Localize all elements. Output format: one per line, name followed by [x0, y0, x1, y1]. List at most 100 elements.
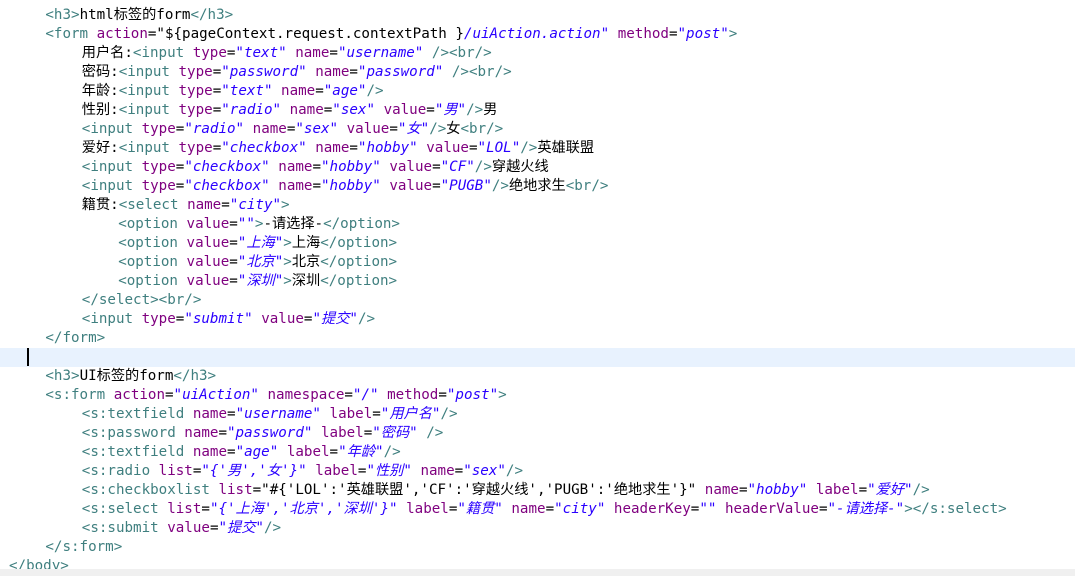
code-token-txt: =	[218, 425, 228, 441]
code-line[interactable]: <form action="${pageContext.request.cont…	[0, 25, 1075, 44]
code-line[interactable]: <input type="radio" name="sex" value="女"…	[0, 120, 1075, 139]
code-token-tag: />	[383, 444, 401, 460]
code-token-attr: value	[186, 254, 230, 270]
code-token-attr: list	[218, 482, 253, 498]
code-line[interactable]: 用户名:<input type="text" name="username" /…	[0, 44, 1075, 63]
code-token-txt: =	[229, 216, 238, 232]
code-line[interactable]: </s:form>	[0, 538, 1075, 557]
code-token-txt: =	[212, 64, 222, 80]
code-token-attr: label	[815, 482, 859, 498]
code-line[interactable]: 性别:<input type="radio" name="sex" value=…	[0, 101, 1075, 120]
code-token-attr: name	[295, 45, 330, 61]
code-line[interactable]: <option value="">-请选择-</option>	[0, 215, 1075, 234]
code-token-txt: =	[227, 444, 236, 460]
code-line[interactable]: <option value="上海">上海</option>	[0, 234, 1075, 253]
code-token-attr: type	[141, 121, 176, 137]
code-token-attr: namespace	[267, 387, 345, 403]
code-token-tag: />	[429, 121, 447, 137]
code-token-val: "password"	[357, 64, 444, 80]
code-token-val: "年龄"	[338, 444, 384, 460]
code-token-val: "{'上海','北京','深圳'}"	[209, 501, 398, 517]
code-token-val: /uiAction.action"	[463, 26, 610, 42]
code-token-attr: value	[383, 102, 427, 118]
code-token-txt: =	[349, 64, 358, 80]
code-line[interactable]: 爱好:<input type="checkbox" name="hobby" v…	[0, 139, 1075, 158]
code-token-tag: <form	[45, 26, 97, 42]
code-token-txt: 籍贯:	[81, 197, 119, 213]
code-token-txt: =	[229, 254, 238, 270]
code-line[interactable]: <s:select list="{'上海','北京','深圳'}" label=…	[0, 500, 1075, 519]
code-line[interactable]: <s:password name="password" label="密码" /…	[0, 424, 1075, 443]
code-token-txt: 上海	[291, 235, 321, 251]
code-token-txt: =	[315, 83, 324, 99]
code-line[interactable]: <s:submit value="提交"/>	[0, 519, 1075, 538]
code-token-tag: />	[357, 311, 376, 327]
code-token-val: "text"	[221, 83, 273, 99]
code-token-attr: name	[192, 406, 228, 422]
code-token-val: "submit"	[184, 311, 253, 327]
code-token-txt: 男	[483, 102, 498, 118]
code-line[interactable]	[0, 348, 1075, 367]
code-line[interactable]: </form>	[0, 329, 1075, 348]
code-token-txt: 密码:	[81, 64, 119, 80]
code-line[interactable]: <input type="checkbox" name="hobby" valu…	[0, 158, 1075, 177]
code-line[interactable]: <h3>html标签的form</h3>	[0, 6, 1075, 25]
code-token-val: "checkbox"	[221, 140, 307, 156]
code-token-attr: name	[420, 463, 455, 479]
code-token-attr: name	[315, 64, 350, 80]
code-line[interactable]: <s:checkboxlist list="#{'LOL':'英雄联盟','CF…	[0, 481, 1075, 500]
code-token-tag: />	[912, 482, 930, 498]
code-token-tag: </option>	[320, 235, 398, 251]
code-token-txt: 女	[446, 121, 461, 137]
code-line[interactable]: <s:radio list="{'男','女'}" label="性别" nam…	[0, 462, 1075, 481]
code-token-attr: list	[167, 501, 202, 517]
code-line[interactable]: 密码:<input type="password" name="password…	[0, 63, 1075, 82]
code-line[interactable]: <s:textfield name="age" label="年龄"/>	[0, 443, 1075, 462]
code-token-tag: /><br/>	[431, 45, 492, 61]
code-line[interactable]: 籍贯:<select name="city">	[0, 196, 1075, 215]
code-token-attr: type	[192, 45, 227, 61]
code-token-tag: />	[366, 83, 384, 99]
code-line[interactable]: <option value="北京">北京</option>	[0, 253, 1075, 272]
code-line[interactable]: <h3>UI标签的form</h3>	[0, 367, 1075, 386]
code-editor[interactable]: <h3>html标签的form</h3> <form action="${page…	[0, 0, 1075, 576]
code-token-txt: =	[323, 102, 333, 118]
code-line[interactable]: </select><br/>	[0, 291, 1075, 310]
code-line[interactable]: <input type="submit" value="提交"/>	[0, 310, 1075, 329]
code-token-val: "hobby"	[747, 482, 808, 498]
code-token-txt: =	[668, 26, 678, 42]
code-token-val: "{'男','女'}"	[201, 463, 307, 479]
code-line[interactable]: <option value="深圳">深圳</option>	[0, 272, 1075, 291]
code-token-val: "age"	[235, 444, 279, 460]
code-line[interactable]: <input type="checkbox" name="hobby" valu…	[0, 177, 1075, 196]
code-token-attr: action	[96, 26, 148, 42]
code-token-txt: =	[212, 140, 222, 156]
code-token-tag: /><br/>	[451, 64, 512, 80]
code-token-txt: =	[344, 387, 353, 403]
code-line[interactable]: 年龄:<input type="text" name="age"/>	[0, 82, 1075, 101]
code-token-txt: =	[329, 444, 339, 460]
code-line[interactable]: <s:textfield name="username" label="用户名"…	[0, 405, 1075, 424]
code-token-tag: <input	[81, 178, 142, 194]
code-token-val: "LOL"	[477, 140, 521, 156]
code-token-attr: name	[184, 425, 219, 441]
code-token-txt: =	[201, 501, 210, 517]
code-token-attr: label	[406, 501, 449, 517]
code-token-txt: =	[164, 387, 174, 403]
code-token-attr: value	[426, 140, 469, 156]
code-token-txt: =	[432, 178, 441, 194]
code-token-tag: <s:password	[81, 425, 185, 441]
code-token-tag: <option	[118, 235, 187, 251]
code-token-val: "hobby"	[357, 140, 418, 156]
horizontal-scrollbar[interactable]	[0, 569, 1075, 576]
code-token-val: "radio"	[184, 121, 245, 137]
code-token-tag: <input	[118, 102, 179, 118]
code-line[interactable]: <s:form action="uiAction" namespace="/" …	[0, 386, 1075, 405]
